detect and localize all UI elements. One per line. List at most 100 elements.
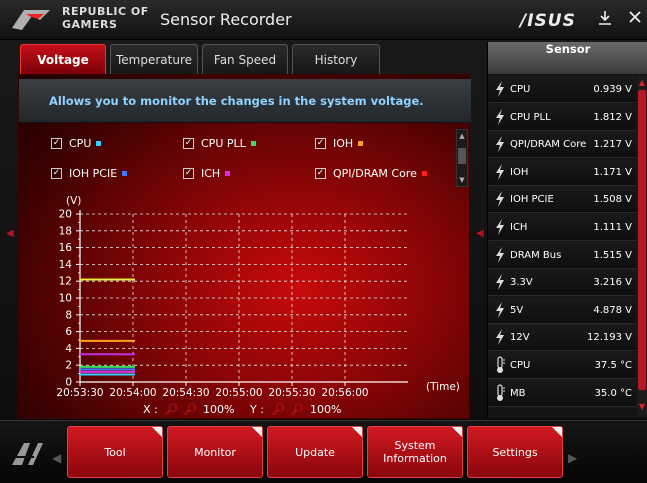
corner-fold <box>552 427 562 437</box>
checkbox-cpu-pll[interactable]: ✓ CPU PLL <box>183 135 256 151</box>
monitor-label: Monitor <box>194 445 236 459</box>
scroll-thumb[interactable] <box>638 90 646 390</box>
sensor-row: 3.3V 3.216 V <box>488 269 636 297</box>
sensor-name: 5V <box>510 304 524 316</box>
tab-voltage[interactable]: Voltage <box>20 44 106 74</box>
scroll-down-icon[interactable]: ▼ <box>638 402 646 412</box>
scroll-down-icon[interactable]: ▼ <box>458 176 466 184</box>
tab-history-record[interactable]: History Record <box>292 44 380 97</box>
voltage-icon <box>496 191 504 208</box>
nav-prev-icon[interactable]: ◀ <box>52 451 61 465</box>
sensor-value: 1.508 V <box>593 194 632 206</box>
checkbox-ich[interactable]: ✓ ICH <box>183 165 231 181</box>
chart-series <box>80 278 135 376</box>
sensor-value: 0.939 V <box>593 84 632 95</box>
y-axis-title: (V) <box>66 195 81 207</box>
checkbox-label: CPU <box>69 136 92 150</box>
x-tick-label: 20:54:00 <box>109 387 156 399</box>
checkbox-ioh-pcie[interactable]: ✓ IOH PCIE <box>51 165 128 181</box>
sensor-name: 3.3V <box>510 277 533 289</box>
corner-fold <box>152 427 162 437</box>
zoom-out-x-icon[interactable]: 🔎︎ <box>183 403 197 416</box>
sensor-header: Sensor <box>488 42 647 74</box>
settings-button[interactable]: Settings <box>467 426 563 478</box>
legend-swatch <box>358 140 364 146</box>
zoom-out-y-icon[interactable]: 🔎︎ <box>290 403 304 416</box>
tab-temperature[interactable]: Temperature <box>110 44 198 74</box>
checkbox-ioh[interactable]: ✓ IOH <box>315 135 364 151</box>
tab-fan-speed[interactable]: Fan Speed <box>202 44 288 74</box>
update-label: Update <box>295 445 335 459</box>
sensor-scrollbar[interactable]: ▲ ▼ <box>637 76 647 416</box>
collapse-left-icon[interactable]: ◀ <box>6 228 14 239</box>
voltage-icon <box>496 274 504 291</box>
checkbox-qpi-dram-core[interactable]: ✓ QPI/DRAM Core <box>315 165 427 181</box>
voltage-icon <box>496 163 504 180</box>
y-tick-label: 14 <box>59 259 73 271</box>
checkbox-cpu[interactable]: ✓ CPU <box>51 135 102 151</box>
sensor-value: 35.0 °C <box>594 387 632 399</box>
x-tick-label: 20:56:00 <box>321 387 368 399</box>
sensor-row: MB 35.0 °C <box>488 379 636 407</box>
collapse-sensor-icon[interactable]: ◀ <box>476 228 484 239</box>
voltage-icon <box>496 81 504 97</box>
corner-fold <box>252 427 262 437</box>
description-text: Allows you to monitor the changes in the… <box>49 94 424 108</box>
sensor-name: CPU PLL <box>510 111 551 123</box>
brand-line-2: GAMERS <box>62 18 118 31</box>
sensor-name: IOH PCIE <box>510 194 554 206</box>
brand-line-1: REPUBLIC OF <box>62 5 149 18</box>
sensor-value: 1.812 V <box>593 111 632 123</box>
rog-eye-logo-icon <box>12 10 50 30</box>
x-tick-label: 20:54:30 <box>162 387 209 399</box>
nav-next-icon[interactable]: ▶ <box>568 451 577 465</box>
sensor-name: QPI/DRAM Core <box>510 139 587 151</box>
checkbox-scrollbar[interactable]: ▲ ▼ <box>456 129 468 187</box>
scroll-up-icon[interactable]: ▲ <box>458 132 466 140</box>
download-icon[interactable] <box>596 10 614 28</box>
voltage-icon <box>496 329 504 346</box>
sensor-row: CPU 0.939 V <box>488 76 636 103</box>
x-zoom-value: 100% <box>203 403 235 416</box>
y-tick-label: 2 <box>65 360 72 372</box>
zoom-in-x-icon[interactable]: 🔎︎ <box>164 403 178 416</box>
sensor-row: 12V 12.193 V <box>488 324 636 352</box>
y-tick-label: 10 <box>59 293 72 305</box>
legend-swatch <box>96 140 102 146</box>
legend-swatch <box>225 170 231 176</box>
checkbox-box: ✓ <box>315 137 326 149</box>
sensor-checkbox-grid: ✓ CPU ✓ CPU PLL ✓ IOH ✓ IOH PCIE ✓ ICH ✓… <box>19 125 459 185</box>
sensor-row: CPU 37.5 °C <box>488 352 636 379</box>
checkbox-label: ICH <box>201 166 221 180</box>
zoom-in-y-icon[interactable]: 🔎︎ <box>271 403 285 416</box>
checkbox-box: ✓ <box>183 137 194 149</box>
description-bar: Allows you to monitor the changes in the… <box>19 79 471 123</box>
close-icon[interactable] <box>626 10 644 28</box>
sensor-row: ICH 1.111 V <box>488 214 636 241</box>
tool-button[interactable]: Tool <box>67 426 163 478</box>
chart-grid <box>80 213 408 382</box>
thermometer-icon <box>497 383 505 401</box>
scroll-up-icon[interactable]: ▲ <box>638 78 646 88</box>
sensor-name: DRAM Bus <box>510 249 562 261</box>
settings-label: Settings <box>492 445 538 459</box>
checkbox-box: ✓ <box>51 167 62 179</box>
voltage-icon <box>496 219 504 235</box>
sensor-name: 12V <box>510 332 530 344</box>
checkbox-label: QPI/DRAM Core <box>333 166 417 180</box>
monitor-button[interactable]: Monitor <box>167 426 263 478</box>
y-tick-label: 8 <box>65 309 72 321</box>
sensor-value: 3.216 V <box>593 277 632 289</box>
sensor-value: 1.515 V <box>593 249 632 261</box>
checkbox-box: ✓ <box>51 137 62 149</box>
system-information-button[interactable]: System Information <box>367 426 463 478</box>
scroll-thumb[interactable] <box>458 148 466 164</box>
app-title: Sensor Recorder <box>160 10 292 29</box>
voltage-icon <box>496 108 504 125</box>
sensor-value: 1.171 V <box>593 166 632 178</box>
x-axis-title: (Time) <box>426 381 460 393</box>
sensor-row: IOH 1.171 V <box>488 158 636 186</box>
sensor-recorder-window: REPUBLIC OF GAMERS Sensor Recorder /ISUS… <box>0 0 647 483</box>
update-button[interactable]: Update <box>267 426 363 478</box>
voltage-icon <box>496 301 504 318</box>
